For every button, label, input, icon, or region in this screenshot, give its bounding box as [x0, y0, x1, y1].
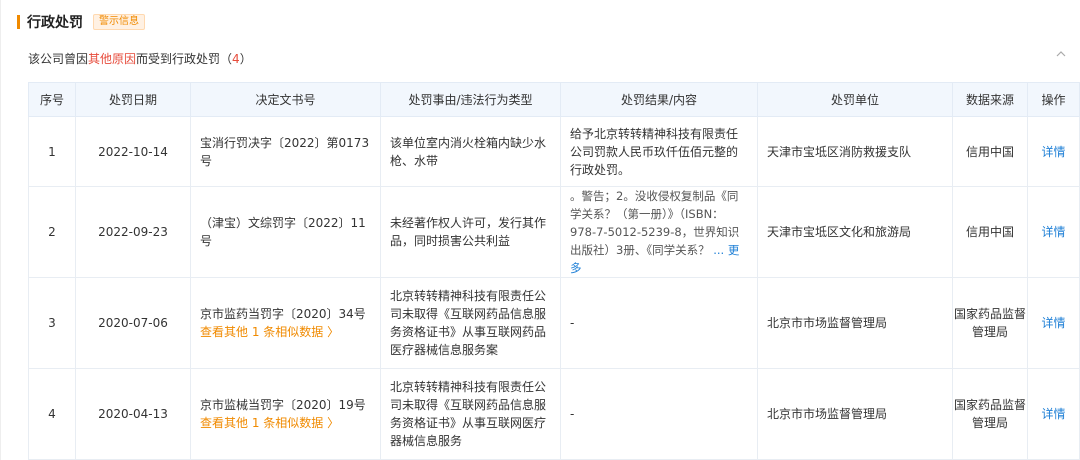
- row-result: -: [560, 368, 758, 460]
- row-date: 2020-07-06: [75, 277, 191, 369]
- detail-link[interactable]: 详情: [1027, 116, 1080, 187]
- row-date: 2020-04-13: [75, 368, 191, 460]
- summary-suffix: 而受到行政处罚（: [136, 52, 233, 66]
- table-row: 2 2022-09-23 （津宝）文综罚字〔2022〕11号 未经著作权人许可，…: [28, 186, 1080, 278]
- row-result: 给予北京转转精神科技有限责任公司罚款人民币玖仟伍佰元整的行政处罚。: [560, 116, 758, 187]
- row-authority: 北京市市场监督管理局: [757, 368, 953, 460]
- row-reason: 未经著作权人许可，发行其作品，同时损害公共利益: [380, 186, 561, 278]
- col-header-reason: 处罚事由/违法行为类型: [380, 82, 561, 117]
- section-title: 行政处罚: [27, 15, 83, 31]
- row-index: 1: [28, 116, 76, 187]
- table-row: 1 2022-10-14 宝消行罚决字〔2022〕第0173号 该单位室内消火栓…: [28, 116, 1080, 187]
- row-source: 国家药品监督管理局: [952, 277, 1028, 369]
- detail-link[interactable]: 详情: [1027, 186, 1080, 278]
- row-result-cell: 。警告；2。没收侵权复制品《同学关系？（第一册）》（ISBN：978-7-501…: [560, 186, 758, 278]
- row-reason: 北京转转精神科技有限责任公司未取得《互联网药品信息服务资格证书》从事互联网医疗器…: [380, 368, 561, 460]
- summary-prefix: 该公司曾因: [28, 52, 89, 66]
- row-index: 2: [28, 186, 76, 278]
- warning-tag: 警示信息: [93, 14, 145, 30]
- col-header-action: 操作: [1027, 82, 1080, 117]
- row-date: 2022-09-23: [75, 186, 191, 278]
- col-header-index: 序号: [28, 82, 76, 117]
- row-source: 信用中国: [952, 116, 1028, 187]
- row-index: 4: [28, 368, 76, 460]
- row-authority: 天津市宝坻区消防救援支队: [757, 116, 953, 187]
- penalty-table: 序号 处罚日期 决定文书号 处罚事由/违法行为类型 处罚结果/内容 处罚单位 数…: [28, 82, 1080, 460]
- row-reason: 该单位室内消火栓箱内缺少水枪、水带: [380, 116, 561, 187]
- row-date: 2022-10-14: [75, 116, 191, 187]
- row-doc-no: 京市监械当罚字〔2020〕19号: [200, 398, 366, 412]
- summary-reason: 其他原因: [88, 52, 137, 66]
- detail-link[interactable]: 详情: [1027, 368, 1080, 460]
- summary-count: 4: [232, 52, 240, 66]
- table-row: 3 2020-07-06 京市监药当罚字〔2020〕34号 查看其他 1 条相似…: [28, 277, 1080, 369]
- similar-data-link[interactable]: 查看其他 1 条相似数据 〉: [200, 323, 371, 341]
- row-source: 信用中国: [952, 186, 1028, 278]
- row-reason: 北京转转精神科技有限责任公司未取得《互联网药品信息服务资格证书》从事互联网药品医…: [380, 277, 561, 369]
- penalty-summary: 该公司曾因其他原因而受到行政处罚（4）: [28, 50, 252, 67]
- row-doc-no-cell: 京市监药当罚字〔2020〕34号 查看其他 1 条相似数据 〉: [190, 277, 381, 369]
- row-result: -: [560, 277, 758, 369]
- section-header: 行政处罚 警示信息: [17, 12, 145, 32]
- col-header-doc-no: 决定文书号: [190, 82, 381, 117]
- section-accent-bar: [17, 15, 20, 29]
- row-index: 3: [28, 277, 76, 369]
- col-header-authority: 处罚单位: [757, 82, 953, 117]
- row-doc-no-cell: 京市监械当罚字〔2020〕19号 查看其他 1 条相似数据 〉: [190, 368, 381, 460]
- col-header-result: 处罚结果/内容: [560, 82, 758, 117]
- row-doc-no: 京市监药当罚字〔2020〕34号: [200, 307, 366, 321]
- row-authority: 天津市宝坻区文化和旅游局: [757, 186, 953, 278]
- detail-link[interactable]: 详情: [1027, 277, 1080, 369]
- col-header-date: 处罚日期: [75, 82, 191, 117]
- row-doc-no: 宝消行罚决字〔2022〕第0173号: [190, 116, 381, 187]
- table-header-row: 序号 处罚日期 决定文书号 处罚事由/违法行为类型 处罚结果/内容 处罚单位 数…: [28, 82, 1080, 117]
- row-source: 国家药品监督管理局: [952, 368, 1028, 460]
- row-authority: 北京市市场监督管理局: [757, 277, 953, 369]
- chevron-up-icon[interactable]: [1056, 50, 1066, 61]
- table-row: 4 2020-04-13 京市监械当罚字〔2020〕19号 查看其他 1 条相似…: [28, 368, 1080, 460]
- col-header-source: 数据来源: [952, 82, 1028, 117]
- row-doc-no: （津宝）文综罚字〔2022〕11号: [190, 186, 381, 278]
- similar-data-link[interactable]: 查看其他 1 条相似数据 〉: [200, 414, 371, 432]
- summary-close: ）: [239, 52, 252, 66]
- admin-penalty-panel: 行政处罚 警示信息 该公司曾因其他原因而受到行政处罚（4） 序号 处罚日期 决定…: [0, 0, 1080, 460]
